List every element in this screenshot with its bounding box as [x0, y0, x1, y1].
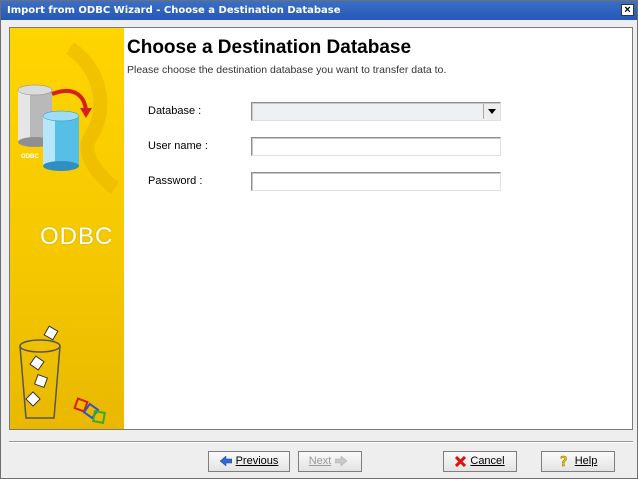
- database-label: Database :: [148, 105, 202, 117]
- question-mark-icon: ?: [559, 455, 568, 468]
- tube-icon: [19, 325, 61, 419]
- page-title: Choose a Destination Database: [127, 37, 412, 58]
- wizard-content: Choose a Destination Database Please cho…: [124, 28, 632, 429]
- odbc-logo-text: ODBC: [40, 223, 114, 250]
- arrow-left-icon: [219, 456, 232, 467]
- cancel-label: Cancel: [470, 455, 505, 467]
- chevron-down-icon[interactable]: [483, 104, 499, 119]
- wizard-body: ODBC ODBC Choose a Destination Database …: [9, 27, 633, 430]
- help-label: Help: [574, 455, 598, 467]
- window-title: Import from ODBC Wizard - Choose a Desti…: [7, 5, 341, 16]
- password-label: Password :: [148, 175, 203, 187]
- wizard-sidebar: ODBC ODBC: [10, 28, 124, 429]
- help-button[interactable]: ? Help: [541, 451, 615, 472]
- close-icon[interactable]: ×: [621, 4, 634, 16]
- previous-label: Previous: [235, 455, 279, 467]
- cancel-button[interactable]: Cancel: [443, 451, 517, 472]
- username-label: User name :: [148, 140, 208, 152]
- previous-button[interactable]: Previous: [208, 451, 290, 472]
- svg-text:?: ?: [560, 455, 568, 468]
- odbc-small-label: ODBC: [21, 154, 39, 160]
- red-x-icon: [455, 455, 467, 467]
- next-label: Next: [308, 455, 332, 467]
- arrow-right-icon: [335, 456, 348, 467]
- database-icon-blue: [42, 110, 80, 171]
- transfer-arrow-icon: [51, 88, 88, 111]
- page-subtitle: Please choose the destination database y…: [127, 64, 447, 76]
- footer-divider: [9, 441, 633, 443]
- password-field[interactable]: [251, 172, 501, 191]
- next-button[interactable]: Next: [298, 451, 362, 472]
- wizard-window: Import from ODBC Wizard - Choose a Desti…: [0, 0, 638, 479]
- squares-icon: [73, 397, 106, 424]
- database-combobox[interactable]: [251, 102, 501, 121]
- title-bar[interactable]: Import from ODBC Wizard - Choose a Desti…: [1, 1, 637, 20]
- username-field[interactable]: [251, 137, 501, 156]
